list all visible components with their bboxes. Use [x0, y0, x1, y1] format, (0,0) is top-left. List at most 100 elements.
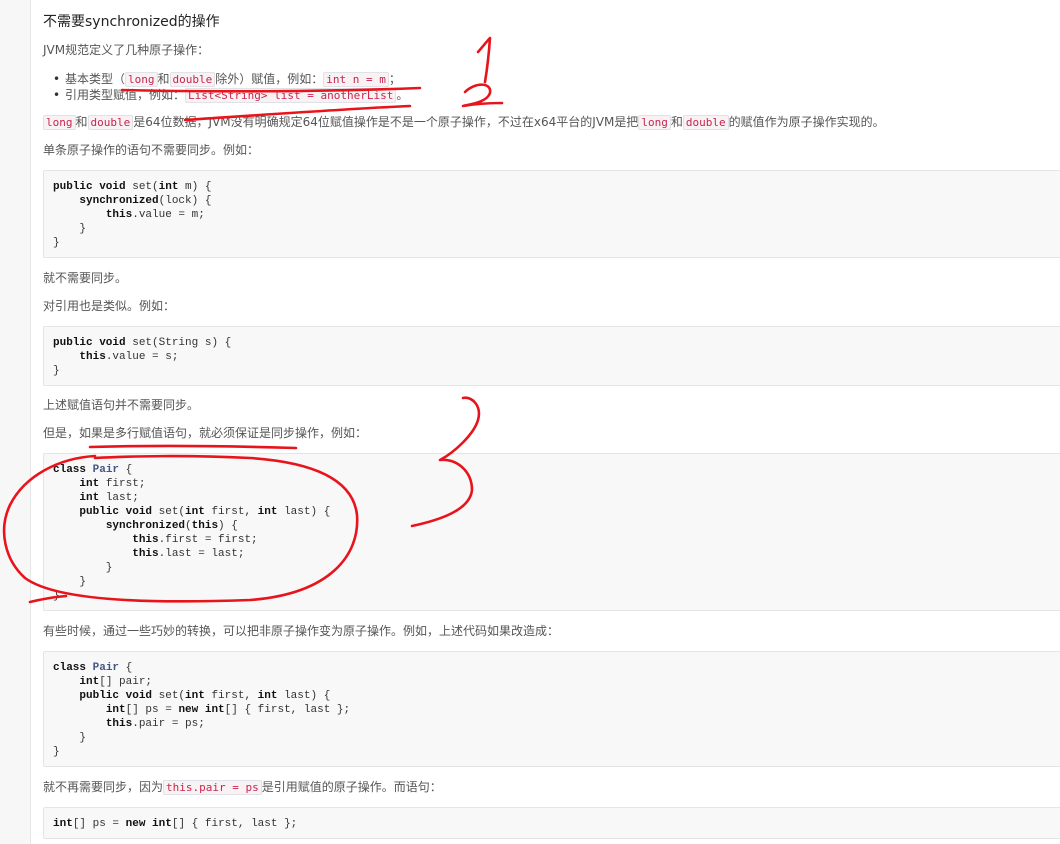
code-token: ( [185, 520, 192, 532]
code-token: m) { [178, 181, 212, 193]
inline-code: int n = m [323, 72, 389, 87]
code-token: int [185, 506, 205, 518]
reference-paragraph: 对引用也是类似。例如： [43, 299, 176, 313]
code-token: this [79, 351, 106, 363]
code-token: last) { [277, 690, 331, 702]
code-token: int [79, 478, 100, 490]
code-token: .first = first; [158, 534, 258, 546]
code-token: .value = m; [132, 209, 205, 221]
code-token: (lock) { [158, 195, 212, 207]
code-token: .pair = ps; [132, 718, 205, 730]
code-token: this [132, 548, 159, 560]
number-2-mark [461, 83, 504, 108]
code-token: set( [152, 506, 186, 518]
code-token: this [191, 520, 219, 532]
text: 和 [75, 115, 88, 129]
text: 是引用赋值的原子操作。而语句： [261, 780, 442, 794]
code-token: int [204, 704, 225, 716]
code-block-5: int[] ps = new int[] { first, last }; [43, 807, 1060, 839]
atomic-ops-list: 基本类型（long和double除外）赋值，例如：int n = m； 引用类型… [53, 71, 408, 103]
code-text: class Pair { int first; int last; public… [44, 454, 1060, 603]
code-token: public void [53, 337, 126, 349]
underline-multi-line [88, 444, 298, 450]
code-token: class [53, 464, 87, 476]
text: 除外）赋值，例如： [215, 72, 324, 86]
multi-line-paragraph: 但是，如果是多行赋值语句，就必须保证是同步操作，例如： [43, 426, 368, 440]
no-more-sync-paragraph: 就不再需要同步，因为 this.pair = ps 是引用赋值的原子操作。而语句： [43, 779, 442, 796]
code-token: [] { first, last }; [224, 704, 351, 716]
code-token: [] ps = [125, 704, 179, 716]
code-token: } [53, 223, 87, 235]
inline-code: long [43, 115, 76, 130]
code-token: [] ps = [72, 818, 126, 830]
code-token: { [119, 464, 133, 476]
code-token: int [257, 506, 278, 518]
code-block-3: class Pair { int first; int last; public… [43, 453, 1060, 611]
code-token: } [53, 237, 60, 249]
code-token: } [53, 590, 60, 602]
inline-code: long [125, 72, 158, 87]
code-token: set( [125, 181, 159, 193]
no-sync-paragraph: 就不需要同步。 [43, 271, 128, 285]
text: 是64位数据，JVM没有明确规定64位赋值操作是不是一个原子操作，不过在x64平… [133, 115, 639, 129]
code-token: } [53, 576, 87, 588]
code-token: } [53, 746, 60, 758]
text: 和 [157, 72, 170, 86]
code-text: class Pair { int[] pair; public void set… [44, 652, 1060, 759]
code-token: } [53, 732, 87, 744]
intro-paragraph: JVM规范定义了几种原子操作： [43, 43, 210, 57]
code-token: [] { first, last }; [171, 818, 298, 830]
code-token: last; [99, 492, 139, 504]
code-token: int [158, 181, 179, 193]
text: 和 [670, 115, 683, 129]
code-token: int [185, 690, 205, 702]
code-token: Pair [92, 662, 120, 674]
inline-code: double [169, 72, 216, 87]
code-token: new [178, 704, 199, 716]
code-block-2: public void set(String s) { this.value =… [43, 326, 1060, 386]
text: 就不再需要同步，因为 [43, 780, 164, 794]
code-token: .last = last; [158, 548, 245, 560]
code-token: synchronized [79, 195, 159, 207]
section-heading: 不需要synchronized的操作 [43, 14, 220, 30]
code-text: int[] ps = new int[] { first, last }; [44, 808, 1060, 831]
code-token: public void [53, 181, 126, 193]
code-token: set(String s) { [125, 337, 232, 349]
sometimes-paragraph: 有些时候，通过一些巧妙的转换，可以把非原子操作变为原子操作。例如，上述代码如果改… [43, 624, 560, 638]
code-token: this [105, 718, 133, 730]
code-token: set( [152, 690, 186, 702]
code-token: int [257, 690, 278, 702]
code-token: int [53, 818, 73, 830]
code-token: int [105, 704, 126, 716]
code-token: new [125, 818, 146, 830]
inline-code: double [682, 115, 729, 130]
inline-code: List<String> list = anotherList [185, 88, 397, 103]
inline-code: double [87, 115, 134, 130]
list-item-reference: 引用类型赋值，例如：List<String> list = anotherLis… [53, 87, 408, 103]
code-token: int [152, 818, 172, 830]
inline-code: this.pair = ps [163, 780, 262, 795]
list-item-primitive: 基本类型（long和double除外）赋值，例如：int n = m； [53, 71, 408, 87]
code-token: Pair [92, 464, 120, 476]
code-token: first; [99, 478, 146, 490]
inline-code: long [638, 115, 671, 130]
code-token: first, [204, 690, 258, 702]
code-token: class [53, 662, 87, 674]
code-token: this [132, 534, 159, 546]
text: 的赋值作为原子操作实现的。 [728, 115, 885, 129]
